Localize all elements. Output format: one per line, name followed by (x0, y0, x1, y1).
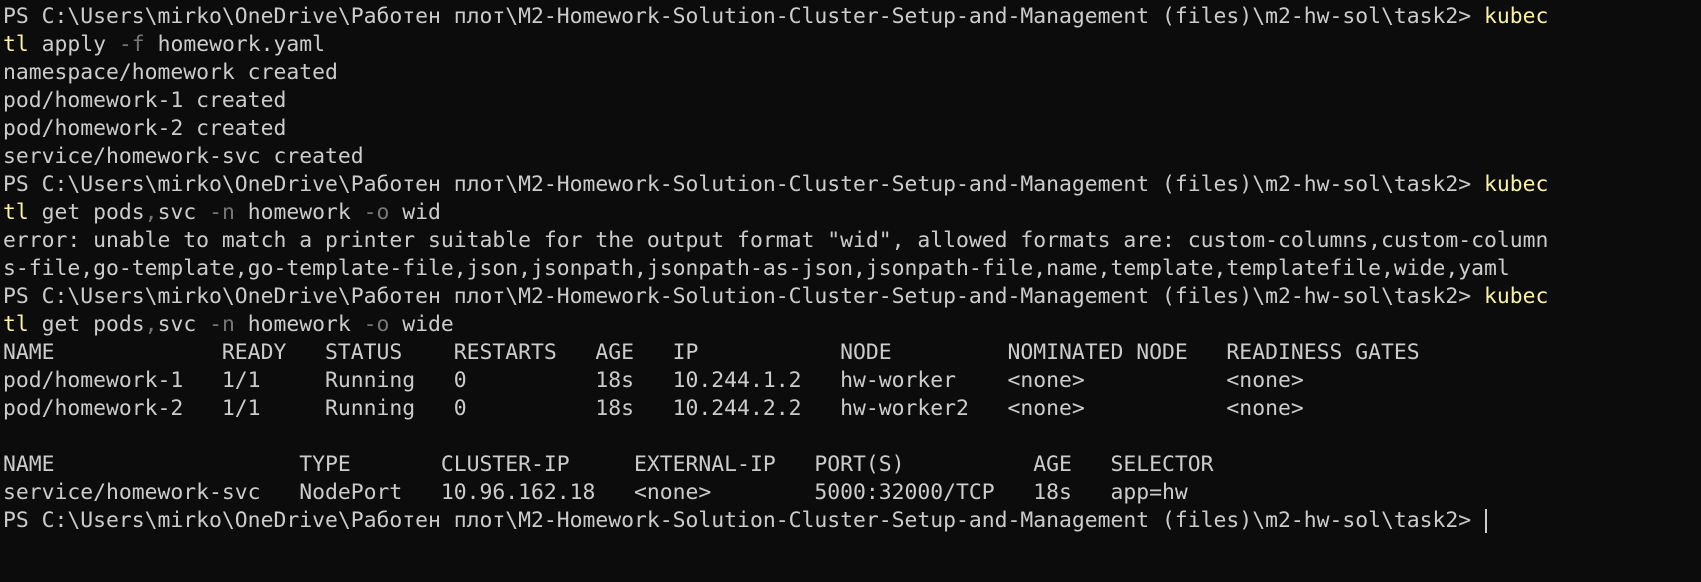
command-name: tl (3, 32, 29, 57)
command-flag: -o (363, 312, 390, 337)
command-argument: homework (234, 200, 364, 225)
services-table-row: service/homework-svc NodePort 10.96.162.… (3, 480, 1188, 505)
output-line: pod/homework-2 created (3, 116, 287, 141)
output-line: pod/homework-1 created (3, 88, 287, 113)
error-line: s-file,go-template,go-template-file,json… (3, 256, 1510, 281)
prompt-text: PS C:\Users\mirko\OneDrive\Работен плот\… (3, 4, 1484, 29)
output-line: service/homework-svc created (3, 144, 364, 169)
prompt-text: PS C:\Users\mirko\OneDrive\Работен плот\… (3, 172, 1484, 197)
command-argument: svc (157, 312, 210, 337)
terminal-window[interactable]: PS C:\Users\mirko\OneDrive\Работен плот\… (0, 0, 1701, 582)
command-name: kubec (1484, 4, 1549, 29)
command-flag: -n (209, 312, 235, 337)
command-argument: get pods (28, 200, 145, 225)
pods-table-row: pod/homework-2 1/1 Running 0 18s 10.244.… (3, 396, 1304, 421)
text-cursor[interactable] (1485, 509, 1487, 533)
command-name: tl (3, 200, 29, 225)
output-line: namespace/homework created (3, 60, 338, 85)
prompt-text: PS C:\Users\mirko\OneDrive\Работен плот\… (3, 508, 1484, 533)
command-flag: -f (118, 32, 145, 57)
command-argument: wid (389, 200, 441, 225)
command-argument: wide (389, 312, 454, 337)
services-table-header: NAME TYPE CLUSTER-IP EXTERNAL-IP PORT(S)… (3, 452, 1214, 477)
command-name: tl (3, 312, 29, 337)
command-flag: -n (209, 200, 235, 225)
pods-table-header: NAME READY STATUS RESTARTS AGE IP NODE N… (3, 340, 1420, 365)
command-separator: , (144, 200, 158, 225)
command-continuation-line: tl get pods,svc -n homework -o wid (3, 199, 1701, 227)
prompt-line: PS C:\Users\mirko\OneDrive\Работен плот\… (3, 283, 1701, 311)
command-argument: apply (28, 32, 119, 57)
command-separator: , (144, 312, 158, 337)
command-continuation-line: tl apply -f homework.yaml (3, 31, 1701, 59)
command-argument: svc (157, 200, 210, 225)
command-continuation-line: tl get pods,svc -n homework -o wide (3, 311, 1701, 339)
command-flag: -o (363, 200, 390, 225)
command-argument: get pods (28, 312, 145, 337)
pods-table-row: pod/homework-1 1/1 Running 0 18s 10.244.… (3, 368, 1304, 393)
prompt-line: PS C:\Users\mirko\OneDrive\Работен плот\… (3, 171, 1701, 199)
prompt-line[interactable]: PS C:\Users\mirko\OneDrive\Работен плот\… (3, 507, 1701, 535)
prompt-line: PS C:\Users\mirko\OneDrive\Работен плот\… (3, 3, 1701, 31)
prompt-text: PS C:\Users\mirko\OneDrive\Работен плот\… (3, 284, 1484, 309)
error-line: error: unable to match a printer suitabl… (3, 228, 1549, 253)
command-argument: homework.yaml (144, 32, 325, 57)
command-argument: homework (234, 312, 364, 337)
command-name: kubec (1484, 172, 1549, 197)
command-name: kubec (1484, 284, 1549, 309)
